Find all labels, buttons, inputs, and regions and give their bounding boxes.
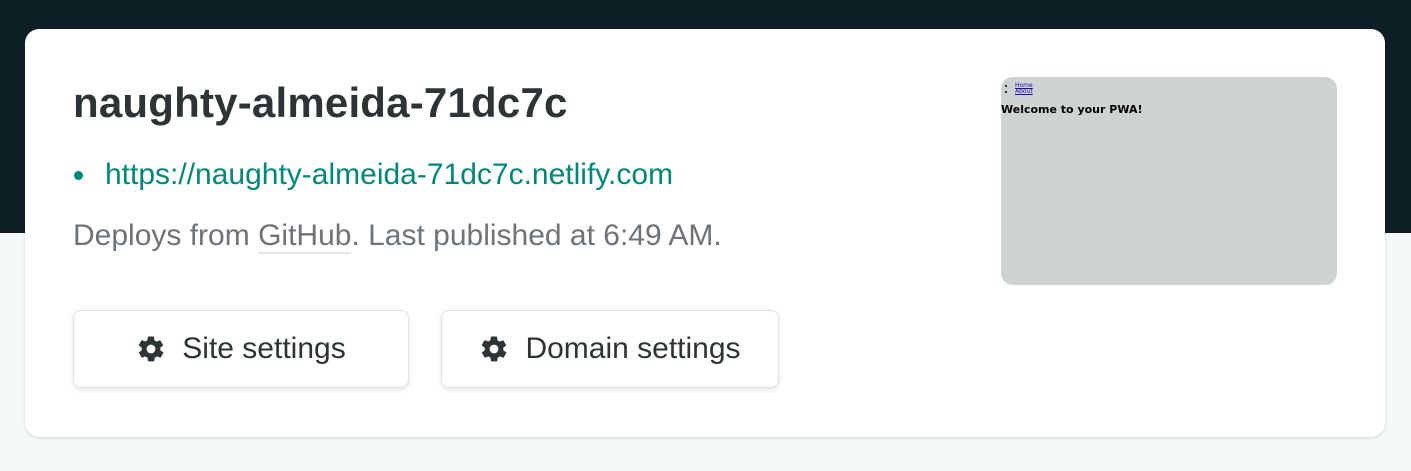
gear-icon <box>139 336 164 362</box>
site-url-link[interactable]: https://naughty-almeida-71dc7c.netlify.c… <box>105 158 673 192</box>
site-settings-label: Site settings <box>182 332 346 365</box>
deploy-prefix: Deploys from <box>73 219 259 252</box>
preview-nav: Home About <box>1015 83 1033 95</box>
site-url-row: https://naughty-almeida-71dc7c.netlify.c… <box>73 155 673 195</box>
deploy-suffix: . Last published at 6:49 AM. <box>351 219 722 252</box>
deploy-source-link[interactable]: GitHub <box>258 219 352 254</box>
site-card: naughty-almeida-71dc7c https://naughty-a… <box>25 29 1385 437</box>
domain-settings-button[interactable]: Domain settings <box>441 310 779 388</box>
preview-heading: Welcome to your PWA! <box>1001 103 1143 116</box>
bullet-icon <box>74 170 83 180</box>
site-preview-thumbnail[interactable]: Home About Welcome to your PWA! <box>1001 77 1337 285</box>
domain-settings-label: Domain settings <box>525 332 741 365</box>
site-title: naughty-almeida-71dc7c <box>73 79 568 126</box>
preview-nav-about: About <box>1015 88 1033 95</box>
preview-nav-item: About <box>1015 89 1033 95</box>
gear-icon <box>482 336 507 362</box>
deploy-info: Deploys from GitHub. Last published at 6… <box>73 219 722 254</box>
site-settings-button[interactable]: Site settings <box>73 310 409 388</box>
